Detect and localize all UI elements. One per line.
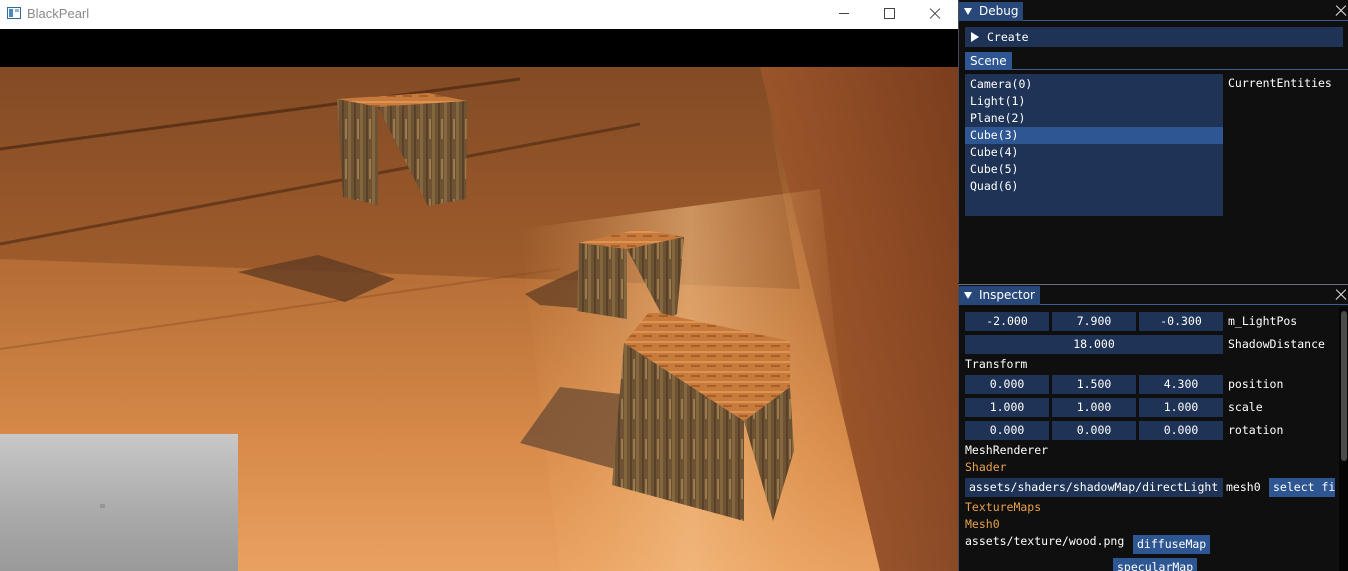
position-y-field[interactable]: 1.500 bbox=[1052, 375, 1136, 394]
transform-header: Transform bbox=[965, 357, 1028, 371]
render-viewport[interactable] bbox=[0, 29, 958, 571]
close-icon[interactable] bbox=[1335, 288, 1347, 300]
scale-label: scale bbox=[1228, 400, 1263, 414]
light-pos-label: m_LightPos bbox=[1228, 314, 1298, 328]
shadow-map-preview bbox=[0, 434, 238, 571]
shadow-map-dot bbox=[100, 504, 105, 508]
shadow-distance-field[interactable]: 18.000 bbox=[965, 335, 1223, 354]
entities-label: CurrentEntities bbox=[1228, 76, 1332, 90]
list-item[interactable]: Cube(5) bbox=[965, 161, 1223, 178]
debug-title: Debug bbox=[979, 4, 1019, 18]
shader-path-field[interactable]: assets/shaders/shadowMap/directLight bbox=[965, 478, 1223, 497]
list-item-selected[interactable]: Cube(3) bbox=[965, 127, 1223, 144]
debug-title-tab[interactable]: Debug bbox=[959, 2, 1024, 21]
list-item[interactable]: Plane(2) bbox=[965, 110, 1223, 127]
position-z-field[interactable]: 4.300 bbox=[1139, 375, 1223, 394]
inspector-title-tab[interactable]: Inspector bbox=[959, 286, 1040, 305]
scrollbar-thumb[interactable] bbox=[1341, 311, 1347, 461]
maximize-button[interactable] bbox=[866, 0, 912, 29]
create-label: Create bbox=[987, 30, 1029, 44]
scale-x-field[interactable]: 1.000 bbox=[965, 398, 1049, 417]
expand-arrow-icon bbox=[971, 32, 979, 42]
position-label: position bbox=[1228, 377, 1284, 391]
collapse-triangle-icon[interactable] bbox=[964, 8, 972, 15]
main-window: BlackPearl bbox=[0, 0, 958, 571]
rotation-z-field[interactable]: 0.000 bbox=[1139, 421, 1223, 440]
scene-tabbar: Scene bbox=[965, 51, 1348, 70]
scale-y-field[interactable]: 1.000 bbox=[1052, 398, 1136, 417]
inspector-title: Inspector bbox=[979, 288, 1035, 302]
list-item[interactable]: Quad(6) bbox=[965, 178, 1223, 195]
window-titlebar[interactable]: BlackPearl bbox=[0, 0, 958, 29]
specular-map-button[interactable]: specularMap bbox=[1113, 558, 1198, 571]
shadow-distance-label: ShadowDistance bbox=[1228, 337, 1325, 351]
diffuse-map-button[interactable]: diffuseMap bbox=[1133, 535, 1211, 554]
rotation-x-field[interactable]: 0.000 bbox=[965, 421, 1049, 440]
inspector-panel: Inspector -2.000 7.900 -0.300 m_LightPos… bbox=[958, 284, 1348, 571]
light-pos-y-field[interactable]: 7.900 bbox=[1052, 312, 1136, 331]
list-item[interactable]: Light(1) bbox=[965, 93, 1223, 110]
scale-z-field[interactable]: 1.000 bbox=[1139, 398, 1223, 417]
shader-mesh-label: mesh0 bbox=[1226, 480, 1261, 494]
light-pos-x-field[interactable]: -2.000 bbox=[965, 312, 1049, 331]
list-item[interactable]: Camera(0) bbox=[965, 76, 1223, 93]
shader-label: Shader bbox=[965, 460, 1007, 474]
collapse-triangle-icon[interactable] bbox=[964, 292, 972, 299]
select-file-button[interactable]: select fi bbox=[1269, 478, 1335, 497]
light-pos-z-field[interactable]: -0.300 bbox=[1139, 312, 1223, 331]
close-window-button[interactable] bbox=[912, 0, 958, 29]
entity-list[interactable]: Camera(0) Light(1) Plane(2) Cube(3) Cube… bbox=[965, 74, 1223, 216]
window-title: BlackPearl bbox=[27, 6, 90, 21]
rotation-label: rotation bbox=[1228, 423, 1284, 437]
rotation-y-field[interactable]: 0.000 bbox=[1052, 421, 1136, 440]
inspector-titlebar[interactable]: Inspector bbox=[959, 286, 1348, 305]
texture-path: assets/texture/wood.png bbox=[965, 534, 1125, 548]
minimize-button[interactable] bbox=[821, 0, 867, 29]
tab-scene[interactable]: Scene bbox=[965, 52, 1012, 70]
app-icon bbox=[7, 7, 21, 19]
close-icon[interactable] bbox=[1335, 4, 1347, 16]
debug-panel: Debug Create Scene Camera(0) Light(1) Pl… bbox=[958, 0, 1348, 283]
list-item[interactable]: Cube(4) bbox=[965, 144, 1223, 161]
position-x-field[interactable]: 0.000 bbox=[965, 375, 1049, 394]
create-collapsing-header[interactable]: Create bbox=[965, 27, 1343, 47]
debug-titlebar[interactable]: Debug bbox=[959, 2, 1348, 21]
